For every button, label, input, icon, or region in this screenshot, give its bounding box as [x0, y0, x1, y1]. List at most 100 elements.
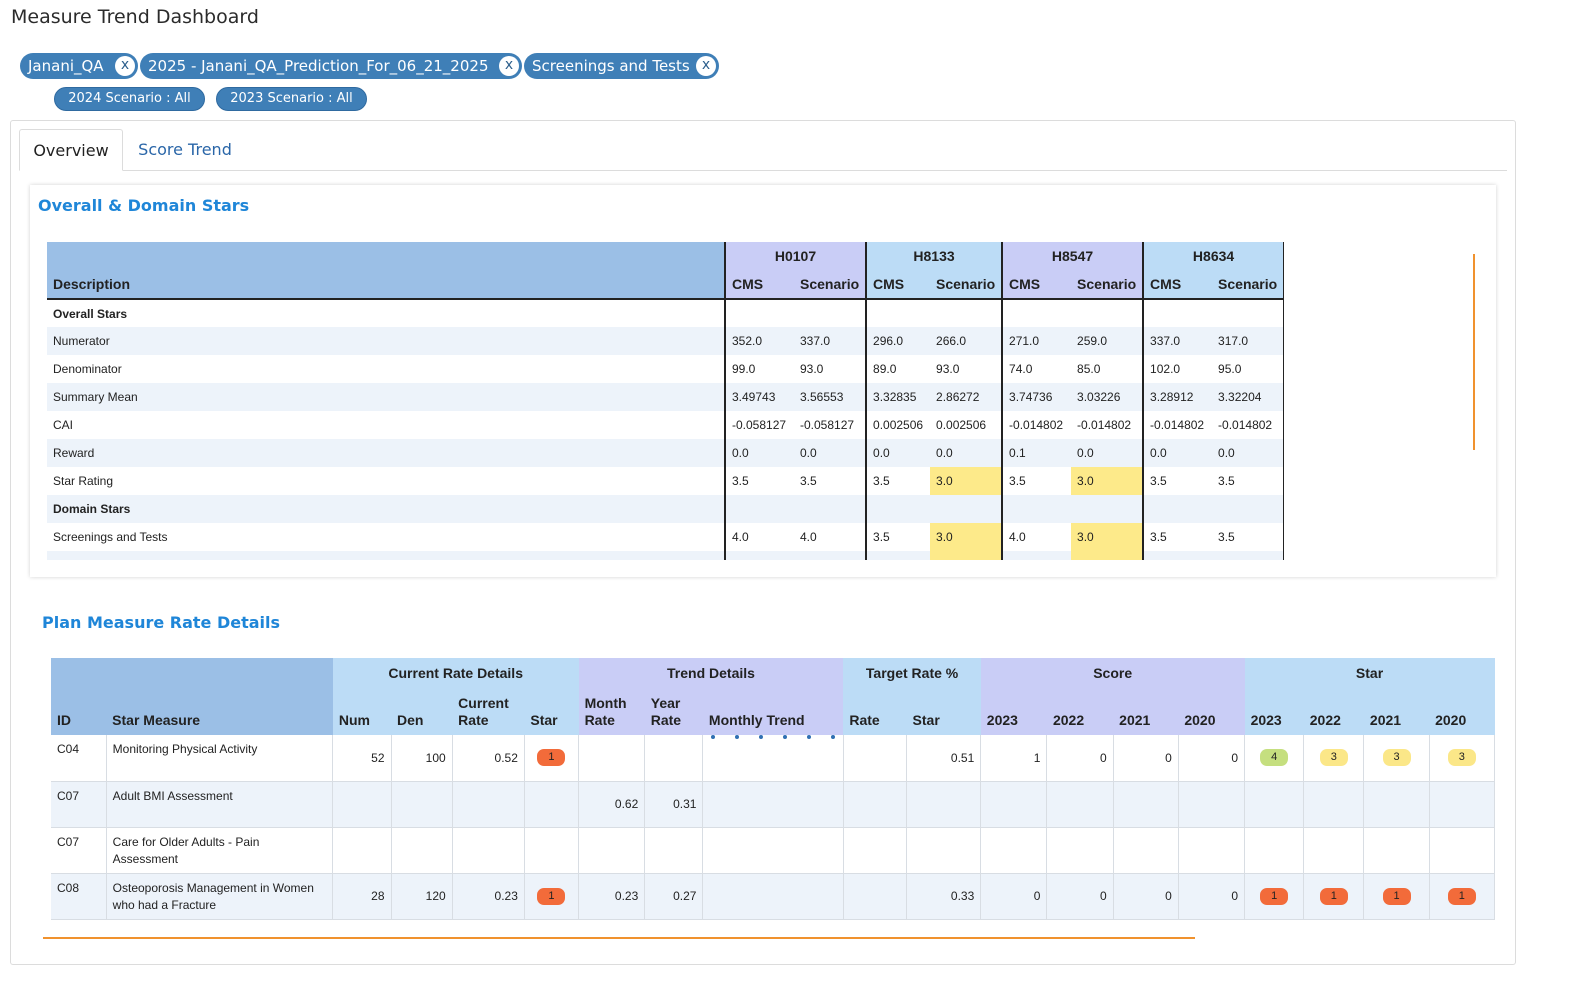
- column-header[interactable]: 2021: [1113, 688, 1179, 735]
- column-header[interactable]: 2020: [1178, 688, 1245, 735]
- table-row[interactable]: C08 Osteoporosis Management in Women who …: [51, 873, 1495, 920]
- tab-score-trend[interactable]: Score Trend: [123, 129, 247, 171]
- score-value: 0: [1178, 873, 1246, 920]
- close-icon[interactable]: x: [499, 56, 519, 76]
- column-header[interactable]: Month Rate: [578, 688, 645, 735]
- scenario-value: 0.0: [1212, 439, 1284, 467]
- column-header[interactable]: Monthly Trend: [702, 688, 844, 735]
- filter-chip-org[interactable]: Janani_QA x: [20, 53, 138, 79]
- table-row[interactable]: C07 Adult BMI Assessment 0.62 0.31: [51, 781, 1495, 828]
- score-value: 0: [1178, 735, 1246, 782]
- scenario-value: 3.03226: [1071, 383, 1144, 411]
- scenario-chip-2023[interactable]: 2023 Scenario : All: [216, 87, 367, 111]
- year-star-cell: [1303, 781, 1365, 828]
- current-rate-value: [452, 827, 525, 874]
- column-header[interactable]: 2022: [1303, 688, 1364, 735]
- scenario-value: 3.0: [1071, 467, 1144, 495]
- column-header[interactable]: ID: [51, 688, 107, 735]
- scenario-value: [794, 299, 866, 327]
- row-description: Screenings and Tests: [53, 530, 168, 544]
- column-header[interactable]: Den: [391, 688, 453, 735]
- filter-chip-prediction[interactable]: 2025 - Janani_QA_Prediction_For_06_21_20…: [140, 53, 522, 79]
- current-star-cell: 1: [524, 873, 580, 920]
- scroll-indicator[interactable]: [43, 937, 1195, 939]
- column-header[interactable]: Current Rate: [452, 688, 525, 735]
- current-star-cell: [524, 827, 580, 874]
- year-rate-value: 0.27: [644, 873, 704, 920]
- score-value: [1178, 781, 1246, 828]
- column-header[interactable]: Star: [906, 688, 981, 735]
- scroll-indicator[interactable]: [1473, 254, 1475, 450]
- cms-value: 4.0: [724, 523, 794, 551]
- page-title: Measure Trend Dashboard: [11, 6, 259, 28]
- column-header[interactable]: 2021: [1363, 688, 1430, 735]
- scenario-value: [794, 495, 867, 523]
- plan-measure-table-scroll[interactable]: Current Rate Details Trend Details Targe…: [51, 658, 1495, 922]
- cms-value: [1142, 299, 1213, 327]
- den-value: [391, 827, 453, 874]
- star-badge: 1: [1382, 887, 1411, 905]
- column-header[interactable]: Rate: [843, 688, 907, 735]
- month-rate-value: 0.62: [578, 781, 646, 828]
- filter-chip-domain[interactable]: Screenings and Tests x: [524, 53, 719, 79]
- overall-stars-table-scroll[interactable]: H0107 H8133 H8547 H8634 Description CMS …: [47, 242, 1284, 560]
- monthly-trend-cell: [702, 735, 844, 782]
- cms-value: 352.0: [724, 327, 794, 355]
- cms-value: [865, 551, 931, 560]
- close-icon[interactable]: x: [115, 56, 135, 76]
- scenario-chip-2024[interactable]: 2024 Scenario : All: [54, 87, 205, 111]
- table-row[interactable]: C04 Monitoring Physical Activity 52 100 0.52…: [51, 735, 1495, 782]
- column-header[interactable]: Num: [332, 688, 391, 735]
- column-header[interactable]: Star: [524, 688, 579, 735]
- current-star-cell: 1: [524, 735, 580, 782]
- cms-header: CMS: [865, 270, 931, 300]
- scenario-value: 3.5: [1212, 523, 1284, 551]
- year-star-cell: 1: [1303, 873, 1365, 920]
- current-rate-value: 0.52: [452, 735, 525, 782]
- table-row: Star Rating 3.5 3.5 3.5 3.0 3.5 3.0 3.5 3.5: [47, 467, 1284, 495]
- score-value: 0: [980, 873, 1048, 920]
- cms-value: 89.0: [865, 355, 931, 383]
- score-value: [1046, 781, 1114, 828]
- measure-id: C08: [51, 873, 107, 920]
- cms-value: 271.0: [1001, 327, 1072, 355]
- score-value: [980, 827, 1048, 874]
- scenario-value: 259.0: [1071, 327, 1144, 355]
- close-icon[interactable]: x: [696, 56, 716, 76]
- monthly-trend-cell: [702, 827, 844, 874]
- star-badge: 3: [1447, 749, 1476, 767]
- column-header[interactable]: 2022: [1046, 688, 1114, 735]
- plan-header-h8634: H8634: [1142, 242, 1284, 270]
- cms-value: 3.5: [1001, 467, 1072, 495]
- target-rate-value: [843, 735, 908, 782]
- cms-value: 296.0: [865, 327, 931, 355]
- scenario-header: Scenario: [794, 270, 867, 300]
- scenario-value: 317.0: [1212, 327, 1284, 355]
- star-badge: 4: [1260, 749, 1289, 767]
- plan-header-h0107: H0107: [723, 242, 867, 270]
- year-star-cell: [1244, 827, 1305, 874]
- column-header[interactable]: Year Rate: [644, 688, 703, 735]
- cms-value: [1001, 551, 1072, 560]
- scenario-value: 3.32204: [1212, 383, 1284, 411]
- column-header[interactable]: 2020: [1429, 688, 1495, 735]
- cms-value: [724, 551, 794, 560]
- table-row: [47, 551, 1284, 560]
- scenario-value: -0.014802: [1077, 418, 1132, 432]
- year-star-cell: 1: [1429, 873, 1495, 920]
- table-row[interactable]: C07 Care for Older Adults - Pain Assessme…: [51, 827, 1495, 874]
- column-header[interactable]: 2023: [980, 688, 1047, 735]
- year-star-cell: 3: [1303, 735, 1365, 782]
- column-header[interactable]: 2023: [1244, 688, 1304, 735]
- column-header[interactable]: Star Measure: [106, 688, 333, 735]
- cms-value: 3.5: [865, 523, 931, 551]
- trend-point: [831, 735, 836, 739]
- cms-value: -0.058127: [724, 411, 794, 439]
- row-description: Star Rating: [53, 474, 114, 488]
- month-rate-value: 0.23: [578, 873, 646, 920]
- scenario-value: 3.5: [800, 474, 817, 488]
- scenario-value: 3.0: [930, 523, 1003, 551]
- filter-chip-label: Screenings and Tests: [532, 57, 690, 75]
- tab-overview[interactable]: Overview: [19, 129, 123, 171]
- score-value: 0: [1113, 735, 1179, 782]
